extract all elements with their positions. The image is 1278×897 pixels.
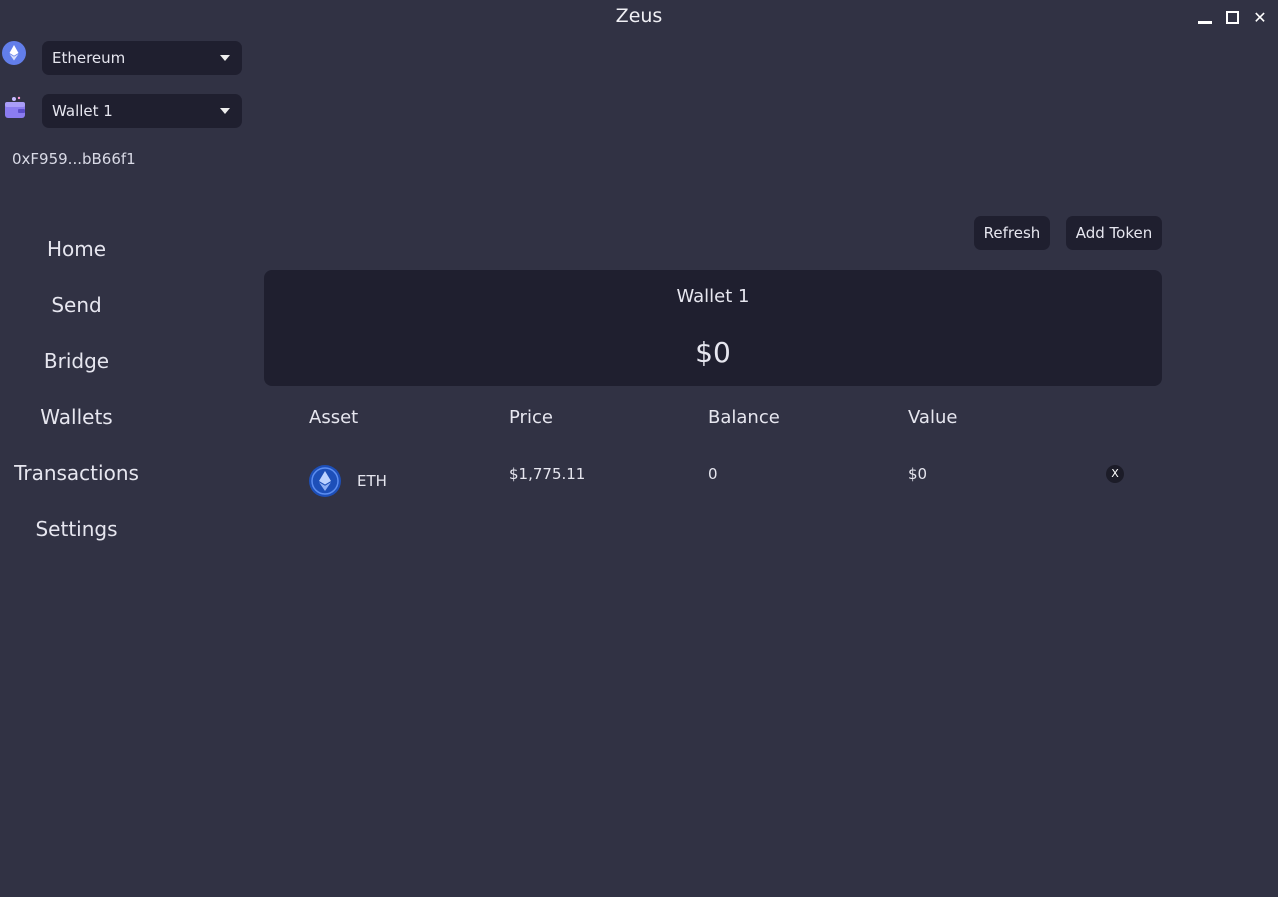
- maximize-button[interactable]: [1221, 6, 1243, 28]
- network-select[interactable]: Ethereum: [42, 41, 242, 75]
- close-button[interactable]: ✕: [1249, 6, 1271, 28]
- column-header-balance: Balance: [708, 407, 780, 428]
- column-header-asset: Asset: [309, 407, 359, 428]
- wallet-address[interactable]: 0xF959...bB66f1: [12, 150, 136, 168]
- minimize-button[interactable]: [1194, 6, 1216, 28]
- network-select-value: Ethereum: [52, 49, 126, 67]
- nav-item-home[interactable]: Home: [0, 237, 153, 261]
- nav-item-wallets[interactable]: Wallets: [0, 405, 153, 429]
- close-icon: ✕: [1253, 7, 1267, 27]
- column-header-value: Value: [908, 407, 958, 428]
- column-header-price: Price: [509, 407, 553, 428]
- asset-balance: 0: [708, 465, 718, 483]
- nav-item-send[interactable]: Send: [0, 293, 153, 317]
- maximize-icon: [1225, 10, 1239, 24]
- wallet-summary-card: Wallet 1 $0: [264, 270, 1162, 386]
- wallet-select[interactable]: Wallet 1: [42, 94, 242, 128]
- network-selector-row: Ethereum: [0, 41, 250, 75]
- wallet-icon: [5, 96, 25, 118]
- asset-symbol: ETH: [357, 472, 387, 490]
- wallet-selector-row: Wallet 1: [0, 94, 250, 128]
- asset-value: $0: [908, 465, 928, 483]
- add-token-button[interactable]: Add Token: [1066, 216, 1162, 250]
- nav-item-bridge[interactable]: Bridge: [0, 349, 153, 373]
- remove-token-button[interactable]: X: [1106, 465, 1124, 483]
- minimize-icon: [1198, 20, 1212, 24]
- nav-item-transactions[interactable]: Transactions: [0, 461, 153, 485]
- wallet-total-value: $0: [695, 336, 731, 369]
- eth-token-icon: [309, 465, 341, 497]
- asset-price: $1,775.11: [509, 465, 586, 483]
- chevron-down-icon: [220, 108, 230, 114]
- refresh-button[interactable]: Refresh: [974, 216, 1050, 250]
- ethereum-icon: [2, 41, 26, 65]
- title-bar: Zeus ✕: [0, 0, 1278, 34]
- chevron-down-icon: [220, 55, 230, 61]
- nav-item-settings[interactable]: Settings: [0, 517, 153, 541]
- window-title: Zeus: [615, 5, 663, 27]
- wallet-name: Wallet 1: [676, 286, 750, 307]
- wallet-select-value: Wallet 1: [52, 102, 113, 120]
